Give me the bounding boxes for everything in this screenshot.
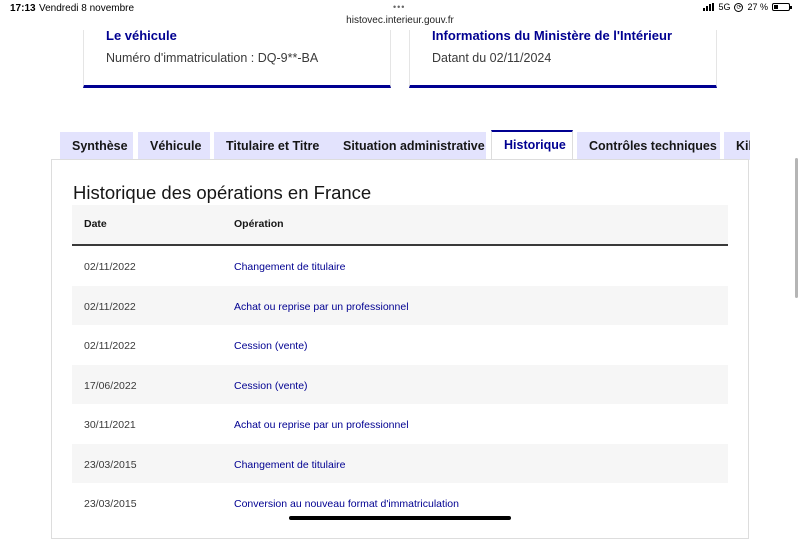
table-header: Date Opération: [72, 205, 728, 246]
row-date: 23/03/2015: [84, 458, 137, 471]
row-date: 02/11/2022: [84, 300, 136, 313]
battery-icon: [772, 3, 792, 11]
column-header-operation: Opération: [234, 218, 284, 230]
page-scrollbar[interactable]: [795, 158, 798, 298]
row-operation-link[interactable]: Cession (vente): [234, 380, 308, 392]
tab-kilometrage[interactable]: Kilométrage: [724, 132, 750, 160]
status-indicators: 5G ⟳ 27 %: [703, 2, 792, 12]
tab-bar: Synthèse Véhicule Titulaire et Titre Sit…: [60, 130, 750, 160]
row-date: 17/06/2022: [84, 379, 137, 392]
status-bar: 17:13 Vendredi 8 novembre ••• histovec.i…: [0, 0, 800, 30]
address-url[interactable]: histovec.interieur.gouv.fr: [0, 15, 800, 26]
table-row: 17/06/2022 Cession (vente): [72, 364, 728, 404]
row-date: 02/11/2022: [84, 340, 136, 352]
row-operation-link[interactable]: Changement de titulaire: [234, 459, 346, 471]
page-title: Historique des opérations en France: [73, 182, 372, 203]
tab-synthese[interactable]: Synthèse: [60, 132, 133, 160]
tab-controles-techniques[interactable]: Contrôles techniques: [577, 132, 720, 160]
row-date: 30/11/2021: [84, 419, 136, 431]
historique-table: Date Opération 02/11/2022 Changement de …: [72, 205, 728, 523]
status-date: Vendredi 8 novembre: [39, 3, 135, 14]
signal-icon: [703, 3, 715, 11]
table-row: 02/11/2022 Changement de titulaire: [72, 246, 728, 286]
ministry-card: Informations du Ministère de l'Intérieur…: [409, 28, 717, 88]
status-time: 17:13: [10, 3, 36, 14]
tab-historique[interactable]: Historique: [491, 130, 573, 160]
row-operation-link[interactable]: Changement de titulaire: [234, 261, 346, 273]
multitasking-dots-icon[interactable]: •••: [393, 3, 405, 12]
table-row: 23/03/2015 Changement de titulaire: [72, 443, 728, 483]
column-header-date: Date: [84, 218, 107, 230]
row-operation-link[interactable]: Conversion au nouveau format d'immatricu…: [234, 498, 459, 510]
vehicle-card: Le véhicule Numéro d'immatriculation : D…: [83, 28, 391, 88]
row-date: 23/03/2015: [84, 498, 137, 510]
tab-situation-administrative[interactable]: Situation administrative: [331, 132, 486, 160]
vehicle-card-title: Le véhicule: [106, 28, 177, 43]
table-row: 02/11/2022 Cession (vente): [72, 325, 728, 365]
battery-percent: 27 %: [747, 2, 768, 12]
row-operation-link[interactable]: Achat ou reprise par un professionnel: [234, 301, 409, 313]
row-operation-link[interactable]: Achat ou reprise par un professionnel: [234, 419, 409, 431]
row-date: 02/11/2022: [84, 261, 136, 273]
orientation-lock-icon: ⟳: [734, 2, 744, 12]
home-indicator[interactable]: [289, 516, 511, 520]
table-row: 02/11/2022 Achat ou reprise par un profe…: [72, 285, 728, 325]
ministry-card-title: Informations du Ministère de l'Intérieur: [432, 28, 673, 43]
registration-number: Numéro d'immatriculation : DQ-9**-BA: [106, 51, 319, 65]
network-label: 5G: [718, 2, 731, 12]
tab-vehicule[interactable]: Véhicule: [138, 132, 210, 160]
table-row: 30/11/2021 Achat ou reprise par un profe…: [72, 404, 728, 444]
ministry-date: Datant du 02/11/2024: [432, 51, 552, 65]
row-operation-link[interactable]: Cession (vente): [234, 340, 308, 352]
